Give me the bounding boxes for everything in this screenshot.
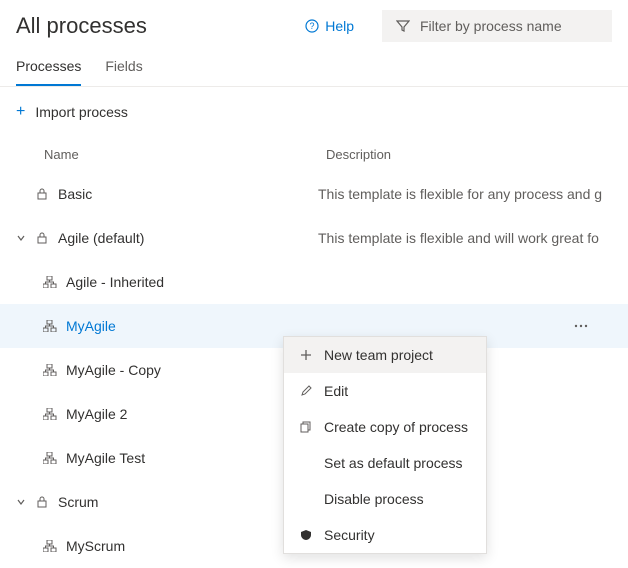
inherit-icon xyxy=(42,540,58,552)
menu-label: New team project xyxy=(324,347,433,363)
menu-label: Security xyxy=(324,527,375,543)
context-menu: New team project Edit Create copy of pro… xyxy=(283,336,487,554)
tab-fields[interactable]: Fields xyxy=(105,52,142,86)
menu-create-copy[interactable]: Create copy of process xyxy=(284,409,486,445)
row-name: Basic xyxy=(58,186,318,202)
menu-set-default[interactable]: Set as default process xyxy=(284,445,486,481)
import-label: Import process xyxy=(35,104,128,120)
import-process-button[interactable]: + Import process xyxy=(0,87,628,137)
menu-label: Edit xyxy=(324,383,348,399)
row-name: Agile - Inherited xyxy=(66,274,326,290)
menu-disable[interactable]: Disable process xyxy=(284,481,486,517)
chevron-down-icon[interactable] xyxy=(16,233,30,243)
inherit-icon xyxy=(42,408,58,420)
menu-label: Disable process xyxy=(324,491,424,507)
lock-icon xyxy=(34,188,50,200)
filter-icon xyxy=(396,19,410,33)
row-name: MyAgile xyxy=(66,318,326,334)
copy-icon xyxy=(298,421,314,433)
lock-icon xyxy=(34,496,50,508)
menu-new-team-project[interactable]: New team project xyxy=(284,337,486,373)
shield-icon xyxy=(298,529,314,541)
svg-text:?: ? xyxy=(310,21,315,31)
inherit-icon xyxy=(42,276,58,288)
row-desc: This template is flexible for any proces… xyxy=(318,186,612,202)
help-link[interactable]: ? Help xyxy=(295,12,364,40)
more-actions-button[interactable] xyxy=(570,320,592,332)
page-title: All processes xyxy=(16,13,295,39)
row-name: Scrum xyxy=(58,494,318,510)
header: All processes ? Help Filter by process n… xyxy=(0,0,628,42)
plus-icon: + xyxy=(16,103,25,121)
table-header: Name Description xyxy=(0,137,628,172)
menu-edit[interactable]: Edit xyxy=(284,373,486,409)
inherit-icon xyxy=(42,320,58,332)
tab-processes[interactable]: Processes xyxy=(16,52,81,86)
table-row[interactable]: Agile - Inherited xyxy=(0,260,628,304)
filter-input[interactable]: Filter by process name xyxy=(382,10,612,42)
inherit-icon xyxy=(42,364,58,376)
row-name: Agile (default) xyxy=(58,230,318,246)
tabs: Processes Fields xyxy=(0,42,628,87)
help-label: Help xyxy=(325,18,354,34)
pencil-icon xyxy=(298,385,314,397)
filter-placeholder: Filter by process name xyxy=(420,18,562,34)
column-description: Description xyxy=(326,147,612,162)
menu-security[interactable]: Security xyxy=(284,517,486,553)
inherit-icon xyxy=(42,452,58,464)
row-desc: This template is flexible and will work … xyxy=(318,230,612,246)
menu-label: Create copy of process xyxy=(324,419,468,435)
plus-icon xyxy=(298,349,314,361)
lock-icon xyxy=(34,232,50,244)
menu-label: Set as default process xyxy=(324,455,463,471)
column-name: Name xyxy=(16,147,326,162)
table-row[interactable]: Agile (default) This template is flexibl… xyxy=(0,216,628,260)
chevron-down-icon[interactable] xyxy=(16,497,30,507)
help-icon: ? xyxy=(305,19,319,33)
table-row[interactable]: Basic This template is flexible for any … xyxy=(0,172,628,216)
